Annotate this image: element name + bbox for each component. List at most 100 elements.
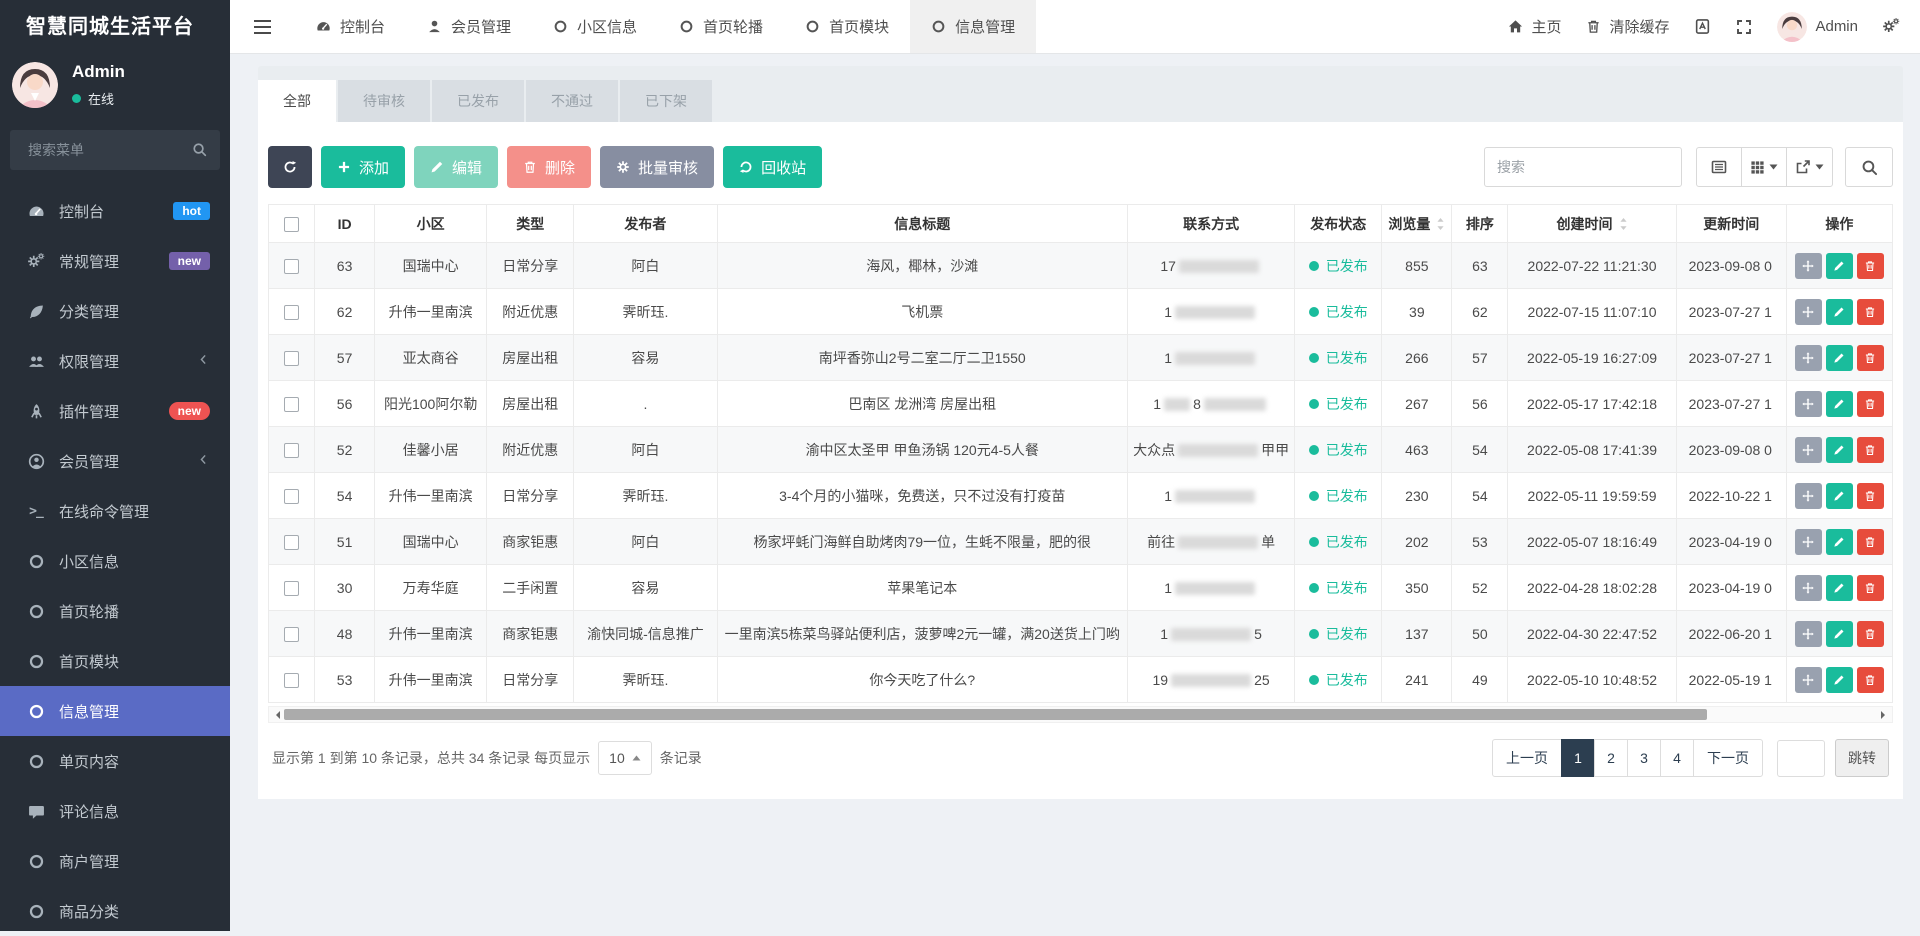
sidebar-item-插件管理[interactable]: 插件管理new — [0, 386, 230, 436]
navbar-tab-信息管理[interactable]: 信息管理 — [910, 0, 1036, 53]
edit-row-button[interactable] — [1826, 437, 1853, 463]
sidebar-item-分类管理[interactable]: 分类管理 — [0, 286, 230, 336]
select-all-checkbox[interactable] — [284, 217, 299, 232]
row-checkbox[interactable] — [284, 259, 299, 274]
move-row-button[interactable] — [1795, 437, 1822, 463]
status-tab-全部[interactable]: 全部 — [258, 80, 336, 122]
row-checkbox[interactable] — [284, 535, 299, 550]
edit-row-button[interactable] — [1826, 621, 1853, 647]
delete-row-button[interactable] — [1857, 345, 1884, 371]
jump-page-input[interactable] — [1777, 740, 1825, 777]
fullscreen-button[interactable] — [1736, 19, 1752, 35]
delete-row-button[interactable] — [1857, 575, 1884, 601]
scrollbar-thumb[interactable] — [284, 709, 1707, 720]
hamburger-menu-icon[interactable] — [230, 0, 295, 53]
page-button-4[interactable]: 4 — [1660, 739, 1694, 777]
delete-row-button[interactable] — [1857, 483, 1884, 509]
delete-row-button[interactable] — [1857, 621, 1884, 647]
row-checkbox[interactable] — [284, 305, 299, 320]
navbar-tab-小区信息[interactable]: 小区信息 — [532, 0, 658, 53]
status-tab-已下架[interactable]: 已下架 — [620, 80, 712, 122]
status-tab-待审核[interactable]: 待审核 — [338, 80, 430, 122]
table-search-input[interactable] — [1484, 147, 1682, 187]
sidebar-search-input[interactable] — [10, 130, 220, 170]
sidebar-item-商品分类[interactable]: 商品分类 — [0, 886, 230, 936]
sidebar-item-商户管理[interactable]: 商户管理 — [0, 836, 230, 886]
status-tab-已发布[interactable]: 已发布 — [432, 80, 524, 122]
status-tab-不通过[interactable]: 不通过 — [526, 80, 618, 122]
prev-page-button[interactable]: 上一页 — [1492, 739, 1562, 777]
edit-row-button[interactable] — [1826, 483, 1853, 509]
delete-row-button[interactable] — [1857, 667, 1884, 693]
row-checkbox[interactable] — [284, 581, 299, 596]
edit-button[interactable]: 编辑 — [414, 146, 498, 188]
page-size-select[interactable]: 10 — [598, 741, 652, 775]
navbar-tab-首页轮播[interactable]: 首页轮播 — [658, 0, 784, 53]
delete-row-button[interactable] — [1857, 529, 1884, 555]
batch-audit-button[interactable]: 批量审核 — [600, 146, 714, 188]
sidebar-item-控制台[interactable]: 控制台hot — [0, 186, 230, 236]
row-checkbox[interactable] — [284, 397, 299, 412]
row-checkbox[interactable] — [284, 627, 299, 642]
move-row-button[interactable] — [1795, 253, 1822, 279]
column-header-浏览量[interactable]: 浏览量 — [1382, 205, 1452, 243]
scroll-right-arrow-icon[interactable] — [1881, 711, 1889, 719]
detail-view-button[interactable] — [1696, 147, 1742, 187]
horizontal-scrollbar[interactable] — [268, 706, 1893, 723]
sidebar-item-会员管理[interactable]: 会员管理 — [0, 436, 230, 486]
search-submit-button[interactable] — [1845, 147, 1893, 187]
refresh-button[interactable] — [268, 146, 312, 188]
columns-dropdown-button[interactable] — [1741, 147, 1787, 187]
edit-row-button[interactable] — [1826, 575, 1853, 601]
column-header-创建时间[interactable]: 创建时间 — [1508, 205, 1676, 243]
row-checkbox[interactable] — [284, 489, 299, 504]
sidebar-item-信息管理[interactable]: 信息管理 — [0, 686, 230, 736]
move-row-button[interactable] — [1795, 575, 1822, 601]
sidebar-item-评论信息[interactable]: 评论信息 — [0, 786, 230, 836]
row-checkbox[interactable] — [284, 443, 299, 458]
sidebar-item-常规管理[interactable]: 常规管理new — [0, 236, 230, 286]
home-link[interactable]: 主页 — [1508, 16, 1561, 37]
navbar-tab-会员管理[interactable]: 会员管理 — [406, 0, 532, 53]
clear-cache-link[interactable]: 清除缓存 — [1586, 16, 1669, 37]
export-dropdown-button[interactable] — [1786, 147, 1833, 187]
sidebar-item-首页模块[interactable]: 首页模块 — [0, 636, 230, 686]
scroll-left-arrow-icon[interactable] — [272, 711, 280, 719]
recycle-bin-button[interactable]: 回收站 — [723, 146, 822, 188]
edit-row-button[interactable] — [1826, 667, 1853, 693]
move-row-button[interactable] — [1795, 483, 1822, 509]
sidebar-item-在线命令管理[interactable]: >_在线命令管理 — [0, 486, 230, 536]
sidebar-item-首页轮播[interactable]: 首页轮播 — [0, 586, 230, 636]
page-button-2[interactable]: 2 — [1594, 739, 1628, 777]
language-button[interactable] — [1694, 18, 1711, 35]
delete-button[interactable]: 删除 — [507, 146, 591, 188]
navbar-tab-首页模块[interactable]: 首页模块 — [784, 0, 910, 53]
edit-row-button[interactable] — [1826, 391, 1853, 417]
user-avatar[interactable] — [12, 62, 58, 108]
delete-row-button[interactable] — [1857, 253, 1884, 279]
move-row-button[interactable] — [1795, 391, 1822, 417]
delete-row-button[interactable] — [1857, 391, 1884, 417]
navbar-tab-控制台[interactable]: 控制台 — [295, 0, 406, 53]
sidebar-item-权限管理[interactable]: 权限管理 — [0, 336, 230, 386]
row-checkbox[interactable] — [284, 673, 299, 688]
row-checkbox[interactable] — [284, 351, 299, 366]
edit-row-button[interactable] — [1826, 345, 1853, 371]
move-row-button[interactable] — [1795, 621, 1822, 647]
page-button-1[interactable]: 1 — [1561, 739, 1595, 777]
sidebar-item-小区信息[interactable]: 小区信息 — [0, 536, 230, 586]
next-page-button[interactable]: 下一页 — [1693, 739, 1763, 777]
edit-row-button[interactable] — [1826, 529, 1853, 555]
add-button[interactable]: 添加 — [321, 146, 405, 188]
move-row-button[interactable] — [1795, 529, 1822, 555]
delete-row-button[interactable] — [1857, 437, 1884, 463]
move-row-button[interactable] — [1795, 667, 1822, 693]
settings-button[interactable] — [1883, 18, 1900, 35]
move-row-button[interactable] — [1795, 299, 1822, 325]
edit-row-button[interactable] — [1826, 299, 1853, 325]
page-button-3[interactable]: 3 — [1627, 739, 1661, 777]
navbar-user[interactable]: Admin — [1777, 12, 1858, 42]
delete-row-button[interactable] — [1857, 299, 1884, 325]
jump-button[interactable]: 跳转 — [1835, 739, 1889, 777]
sidebar-item-单页内容[interactable]: 单页内容 — [0, 736, 230, 786]
